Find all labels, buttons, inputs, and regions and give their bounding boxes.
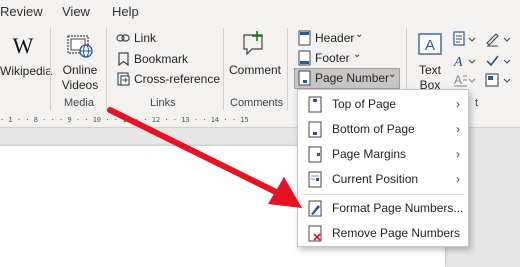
menu-tabs: Review View Help bbox=[0, 0, 520, 24]
quick-parts-button[interactable] bbox=[452, 30, 480, 48]
format-page-numbers-icon bbox=[308, 200, 322, 217]
submenu-arrow-icon: › bbox=[456, 172, 460, 186]
footer-icon bbox=[298, 50, 311, 66]
menu-item-label: Format Page Numbers... bbox=[332, 201, 464, 215]
cross-reference-label: Cross-reference bbox=[134, 72, 221, 86]
signature-line-button[interactable] bbox=[484, 30, 514, 48]
text-box-label-1: Text bbox=[418, 63, 441, 77]
page-number-button[interactable]: Page Number ⌄ bbox=[294, 68, 400, 89]
menu-item-label: Bottom of Page bbox=[332, 122, 415, 136]
drop-cap-icon: A bbox=[454, 73, 476, 87]
online-videos-label-2: Videos bbox=[61, 78, 99, 92]
remove-page-numbers-icon bbox=[308, 225, 322, 242]
wikipedia-label: Wikipedia bbox=[0, 64, 53, 78]
top-of-page-icon bbox=[308, 96, 322, 113]
menu-separator bbox=[302, 194, 464, 195]
footer-label: Footer bbox=[315, 51, 350, 65]
menu-item-label: Top of Page bbox=[332, 97, 397, 111]
online-videos-button[interactable]: Online Videos bbox=[58, 32, 102, 93]
text-box-icon: A bbox=[418, 33, 442, 55]
wordart-icon: A bbox=[453, 55, 476, 70]
page-number-label: Page Number bbox=[315, 71, 390, 85]
bottom-of-page-icon bbox=[308, 121, 322, 138]
link-label: Link bbox=[134, 31, 157, 45]
menu-item-top-of-page[interactable]: Top of Page › bbox=[298, 92, 468, 117]
group-label-text: t bbox=[475, 97, 479, 109]
header-label: Header bbox=[315, 31, 355, 45]
bookmark-label: Bookmark bbox=[134, 52, 189, 66]
submenu-arrow-icon: › bbox=[456, 147, 460, 161]
comment-button[interactable]: Comment bbox=[229, 29, 281, 78]
tab-view[interactable]: View bbox=[62, 4, 90, 19]
svg-text:A: A bbox=[454, 73, 462, 87]
submenu-arrow-icon: › bbox=[456, 97, 460, 111]
separator bbox=[50, 28, 51, 110]
chevron-down-icon: ⌄ bbox=[353, 49, 362, 60]
insert-object-button[interactable] bbox=[484, 71, 514, 89]
comment-icon bbox=[243, 31, 263, 56]
group-label-links: Links bbox=[150, 97, 176, 109]
date-time-button[interactable] bbox=[484, 52, 514, 70]
menu-item-label: Page Margins bbox=[332, 147, 407, 161]
online-videos-label-1: Online bbox=[62, 63, 98, 77]
menu-item-format-page-numbers[interactable]: Format Page Numbers... bbox=[298, 196, 468, 221]
wikipedia-icon: W bbox=[12, 33, 34, 58]
menu-item-label: Remove Page Numbers bbox=[332, 226, 461, 240]
page-number-icon bbox=[298, 70, 311, 86]
group-label-media: Media bbox=[64, 97, 94, 109]
separator bbox=[106, 28, 107, 110]
insert-object-icon bbox=[485, 73, 511, 87]
separator bbox=[223, 28, 224, 110]
menu-item-page-margins[interactable]: Page Margins › bbox=[298, 142, 468, 167]
tab-help[interactable]: Help bbox=[112, 4, 139, 19]
svg-text:A: A bbox=[425, 37, 435, 54]
text-box-button[interactable]: A Text Box bbox=[411, 31, 449, 93]
quick-parts-icon bbox=[453, 31, 476, 46]
page-number-dropdown: Top of Page › Bottom of Page › Page Marg… bbox=[297, 89, 469, 247]
page-margins-icon bbox=[308, 146, 322, 163]
menu-item-current-position[interactable]: Current Position › bbox=[298, 167, 468, 192]
menu-item-remove-page-numbers[interactable]: Remove Page Numbers bbox=[298, 221, 468, 246]
group-label-comments: Comments bbox=[230, 97, 284, 109]
submenu-arrow-icon: › bbox=[456, 122, 460, 136]
online-videos-icon bbox=[67, 35, 93, 58]
menu-item-bottom-of-page[interactable]: Bottom of Page › bbox=[298, 117, 468, 142]
chevron-down-icon: ⌄ bbox=[388, 69, 397, 80]
signature-line-icon bbox=[486, 33, 511, 47]
current-position-icon bbox=[308, 171, 322, 188]
separator bbox=[287, 28, 288, 110]
comment-label: Comment bbox=[229, 63, 282, 77]
wordart-button[interactable]: A bbox=[452, 52, 480, 70]
wikipedia-button[interactable]: W Wikipedia bbox=[0, 33, 53, 79]
date-time-icon bbox=[486, 55, 511, 67]
tab-review[interactable]: Review bbox=[0, 4, 43, 19]
chevron-down-icon: ⌄ bbox=[355, 29, 364, 40]
drop-cap-button[interactable]: A bbox=[452, 71, 480, 89]
svg-text:A: A bbox=[453, 55, 463, 70]
bookmark-icon bbox=[118, 52, 129, 67]
menu-item-label: Current Position bbox=[332, 172, 419, 186]
header-icon bbox=[298, 30, 311, 46]
link-icon bbox=[116, 34, 130, 42]
cross-reference-icon bbox=[117, 72, 130, 86]
